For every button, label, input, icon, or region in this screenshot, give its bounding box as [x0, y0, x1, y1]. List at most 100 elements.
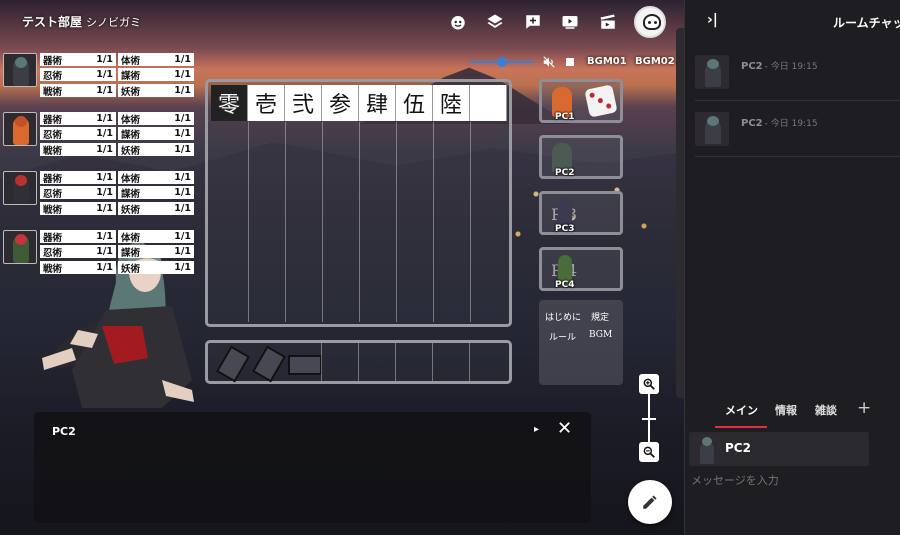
zoom-out-button[interactable] [639, 442, 659, 462]
volume-slider-knob[interactable] [497, 57, 507, 67]
stat-value: 1/1 [174, 113, 191, 124]
rules-rule[interactable]: ルール [549, 330, 576, 343]
plot-column-2: 弐 [285, 85, 322, 121]
stat-name: 妖術 [121, 204, 141, 216]
bgm-track-2[interactable]: BGM02 [635, 56, 675, 67]
rules-bgm[interactable]: BGM [589, 330, 612, 340]
grid-line [359, 122, 360, 322]
plot-column-1: 壱 [248, 85, 285, 121]
plot-grid-body[interactable] [211, 122, 507, 322]
zoom-out-icon [643, 446, 655, 458]
grid-line [248, 122, 249, 322]
user-avatar[interactable] [634, 6, 666, 38]
room-name: テスト部屋 [22, 15, 83, 29]
stat-cell: 器術 1/1 [40, 53, 116, 67]
stop-icon[interactable] [566, 58, 574, 66]
message-sender: PC2 [741, 61, 763, 72]
face-icon[interactable] [446, 10, 470, 34]
speaker-selector[interactable]: PC2 [689, 432, 869, 466]
avatar-head [702, 437, 712, 446]
room-title[interactable]: テスト部屋 シノビガミ [22, 13, 141, 30]
pc4-token[interactable]: P 4 PC4 [544, 252, 580, 290]
next-arrow-icon[interactable]: ▸ [534, 424, 539, 435]
stat-row: 忍術 1/1 謀術 1/1 [40, 127, 194, 141]
deathground-char-2: 地 [481, 102, 494, 116]
pc1-label: PC1 [555, 112, 575, 122]
pc-slot-1[interactable]: PC1 [539, 79, 623, 123]
pc-slot-4[interactable]: P 4 PC4 [539, 247, 623, 291]
collapse-sidebar-button[interactable]: ›| [707, 12, 718, 28]
stat-cell: 戦術 1/1 [40, 84, 116, 98]
tab-main[interactable]: メイン [725, 402, 758, 418]
stat-value: 1/1 [96, 113, 113, 124]
battery-prop-icon[interactable] [215, 345, 251, 383]
stat-value: 1/1 [96, 203, 113, 214]
stat-row: 器術 1/1 体術 1/1 [40, 53, 194, 67]
add-tab-button[interactable]: + [857, 398, 871, 418]
pc2-token[interactable]: PC2 [544, 140, 580, 178]
message-window[interactable]: PC2 ▸ ✕ [34, 412, 591, 523]
stat-cell: 妖術 1/1 [118, 261, 194, 275]
stat-cell: 謀術 1/1 [118, 186, 194, 200]
pc-slot-2[interactable]: PC2 [539, 135, 623, 179]
room-chat-sidebar: ›| ルームチャッ PC2- 今日 19:15 PC2- 今日 19:15 メイ… [684, 0, 900, 535]
stat-value: 1/1 [174, 69, 191, 80]
pc1-token[interactable]: PC1 [544, 84, 580, 122]
rules-card[interactable]: はじめに 規定 ルール BGM [539, 300, 623, 385]
chat-message-input[interactable] [691, 474, 891, 487]
game-board[interactable]: 零 壱 弐 参 肆 伍 陸 死 地 PC1 PC2 P PC3 P PC4 はじ… [0, 0, 684, 535]
stat-cell: 体術 1/1 [118, 171, 194, 185]
stat-row: 戦術 1/1 妖術 1/1 [40, 84, 194, 98]
stat-cell: 体術 1/1 [118, 230, 194, 244]
rules-regulation[interactable]: 規定 [591, 310, 609, 323]
chat-message[interactable]: PC2- 今日 19:15 [695, 112, 895, 162]
frame-prop-icon[interactable] [288, 355, 322, 375]
chat-message[interactable]: PC2- 今日 19:15 [695, 55, 895, 105]
stat-cell: 戦術 1/1 [40, 202, 116, 216]
stat-value: 1/1 [96, 231, 113, 242]
add-box-icon[interactable] [521, 10, 545, 34]
stat-value: 1/1 [174, 231, 191, 242]
pc3-token[interactable]: P 3 PC3 [544, 196, 580, 234]
tab-info[interactable]: 情報 [775, 402, 797, 418]
tab-chat[interactable]: 雑談 [815, 402, 837, 418]
pc4-label: PC4 [555, 280, 575, 290]
stat-value: 1/1 [96, 69, 113, 80]
prop-track[interactable] [205, 340, 512, 384]
stat-cell: 謀術 1/1 [118, 127, 194, 141]
character-portrait[interactable] [3, 230, 37, 264]
message-avatar [695, 112, 729, 146]
character-portrait[interactable] [3, 53, 37, 87]
layers-icon[interactable] [483, 10, 507, 34]
portrait-head [15, 234, 27, 245]
plot-column-6: 陸 [433, 85, 470, 121]
zoom-in-button[interactable] [639, 374, 659, 394]
dice-pip [605, 103, 612, 109]
battery-prop-icon[interactable] [251, 345, 287, 383]
avatar-head [707, 116, 719, 126]
pc-slot-3[interactable]: P 3 PC3 [539, 191, 623, 235]
character-portrait[interactable] [3, 112, 37, 146]
movie-icon[interactable] [596, 10, 620, 34]
zoom-slider-knob[interactable] [642, 418, 656, 420]
stat-value: 1/1 [96, 144, 113, 155]
dice-icon[interactable] [584, 84, 618, 118]
youtube-icon[interactable] [558, 10, 582, 34]
character-portrait[interactable] [3, 171, 37, 205]
rules-intro[interactable]: はじめに [545, 310, 581, 323]
close-icon[interactable]: ✕ [557, 420, 572, 438]
stat-value: 1/1 [96, 172, 113, 183]
stat-cell: 謀術 1/1 [118, 68, 194, 82]
message-window-speaker: PC2 [52, 425, 76, 438]
plot-grid[interactable]: 零 壱 弐 参 肆 伍 陸 死 地 [205, 79, 512, 327]
dice-pip [589, 92, 596, 99]
portrait-head [15, 175, 27, 186]
zoom-in-icon [643, 378, 655, 390]
bgm-track-1[interactable]: BGM01 [587, 56, 627, 67]
stat-name: 器術 [43, 114, 63, 126]
track-line [469, 343, 470, 381]
edit-fab-button[interactable] [628, 480, 672, 524]
mute-icon[interactable] [542, 55, 556, 69]
stat-value: 1/1 [96, 128, 113, 139]
stat-value: 1/1 [96, 54, 113, 65]
